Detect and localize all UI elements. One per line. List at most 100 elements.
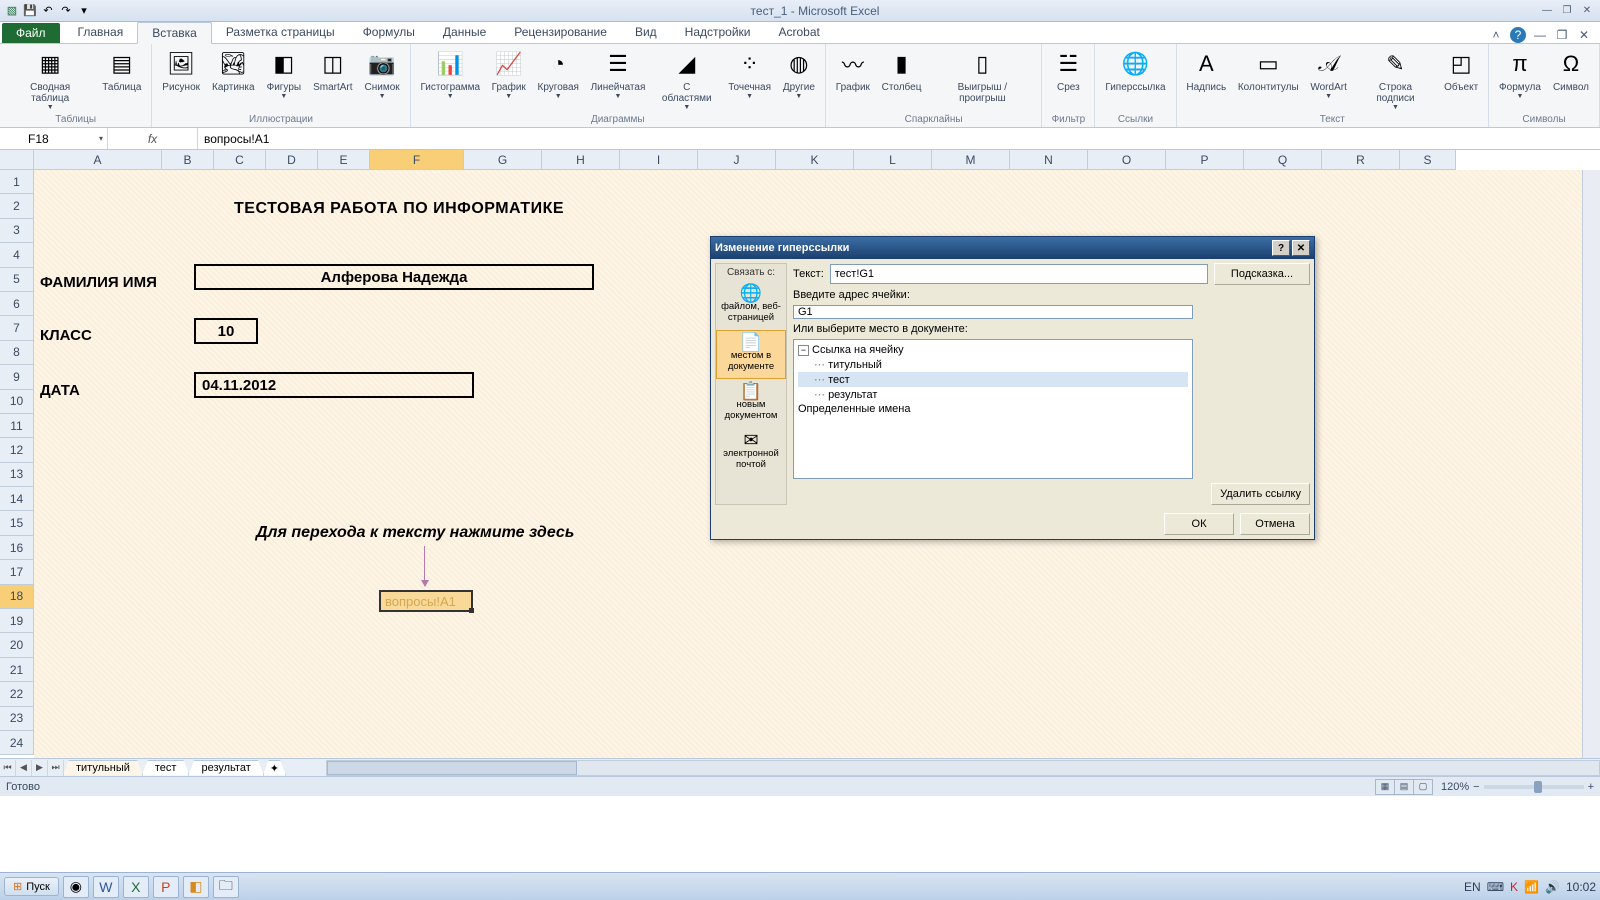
column-header[interactable]: I [620,150,698,170]
tree-node[interactable]: ⋯ титульный [798,357,1188,372]
ribbon-button[interactable]: 🖼Рисунок [158,46,204,95]
column-header[interactable]: L [854,150,932,170]
column-header[interactable]: A [34,150,162,170]
row-header[interactable]: 11 [0,414,34,438]
row-header[interactable]: 9 [0,365,34,389]
column-header[interactable]: F [370,150,464,170]
row-header[interactable]: 21 [0,658,34,682]
tray-clock[interactable]: 10:02 [1566,880,1596,894]
ribbon-button[interactable]: ☰Линейчатая▼ [587,46,649,102]
taskbar-word-icon[interactable]: W [93,876,119,898]
sheet-nav-prev-icon[interactable]: ◀ [16,760,32,776]
row-header[interactable]: 7 [0,316,34,340]
ribbon-button[interactable]: 📈График▼ [488,46,530,102]
minimize-icon[interactable]: — [1538,4,1556,18]
ribbon-button[interactable]: 📷Снимок▼ [361,46,404,102]
column-header[interactable]: N [1010,150,1088,170]
taskbar-app-icon[interactable]: ◧ [183,876,209,898]
dialog-side-item[interactable]: 🌐файлом, веб- страницей [716,281,786,330]
column-header[interactable]: O [1088,150,1166,170]
name-box[interactable]: F18 [0,128,108,149]
ribbon-tab[interactable]: Главная [64,22,138,43]
ribbon-button[interactable]: πФормула▼ [1495,46,1545,102]
text-input[interactable] [830,264,1208,284]
tree-node[interactable]: ⋯ тест [798,372,1188,387]
input-name[interactable]: Алферова Надежда [194,264,594,290]
sheet-nav-first-icon[interactable]: ⏮ [0,760,16,776]
ribbon-tab[interactable]: Формулы [349,22,429,43]
ribbon-button[interactable]: 𝒜WordArt▼ [1306,46,1350,102]
dialog-close-icon[interactable]: ✕ [1292,240,1310,256]
zoom-out-icon[interactable]: − [1473,781,1479,793]
tree-node[interactable]: −Ссылка на ячейку [798,343,1188,357]
ribbon-tab[interactable]: Acrobat [765,22,834,43]
dialog-help-icon[interactable]: ? [1272,240,1290,256]
vertical-scrollbar[interactable] [1582,170,1600,758]
ribbon-button[interactable]: 📊Гистограмма▼ [417,46,484,102]
fx-label[interactable]: fx [108,128,198,149]
restore-icon[interactable]: ❐ [1558,4,1576,18]
row-header[interactable]: 13 [0,463,34,487]
address-input[interactable] [793,305,1193,319]
start-button[interactable]: ⊞ Пуск [4,877,59,896]
view-normal-icon[interactable]: ▦ [1375,779,1395,795]
row-header[interactable]: 14 [0,487,34,511]
remove-link-button[interactable]: Удалить ссылку [1211,483,1310,505]
close-icon[interactable]: ✕ [1578,4,1596,18]
column-header[interactable]: P [1166,150,1244,170]
ribbon-button[interactable]: ▤Таблица [98,46,145,95]
tray-keyboard-icon[interactable]: ⌨ [1487,880,1504,894]
row-header[interactable]: 12 [0,438,34,462]
tree-node[interactable]: ⋯ результат [798,387,1188,402]
ribbon-tab[interactable]: Рецензирование [500,22,621,43]
tree-node[interactable]: Определенные имена [798,402,1188,416]
ribbon-tab[interactable]: Вид [621,22,671,43]
minimize-ribbon-icon[interactable]: ˄ [1488,27,1504,43]
cancel-button[interactable]: Отмена [1240,513,1310,535]
dialog-titlebar[interactable]: Изменение гиперссылки ? ✕ [711,237,1314,259]
ribbon-button[interactable]: 🌐Гиперссылка [1101,46,1169,95]
ribbon-tab[interactable]: Данные [429,22,500,43]
new-sheet-icon[interactable]: ✦ [263,760,286,776]
row-header[interactable]: 1 [0,170,34,194]
zoom-slider[interactable] [1484,785,1584,789]
row-header[interactable]: 10 [0,390,34,414]
row-header[interactable]: 18 [0,585,34,609]
zoom-in-icon[interactable]: + [1588,781,1594,793]
column-header[interactable]: J [698,150,776,170]
ribbon-button[interactable]: 〰График [832,46,874,95]
help-icon[interactable]: ? [1510,27,1526,43]
sheet-nav-last-icon[interactable]: ⏭ [48,760,64,776]
select-all-corner[interactable] [0,150,34,170]
ribbon-button[interactable]: ⁘Точечная▼ [724,46,774,102]
formula-input[interactable]: вопросы!A1 [198,128,1600,149]
undo-icon[interactable]: ↶ [40,3,56,19]
zoom-value[interactable]: 120% [1441,781,1469,793]
sheet-nav-next-icon[interactable]: ▶ [32,760,48,776]
ribbon-button[interactable]: 🏞Картинка [208,46,259,95]
view-layout-icon[interactable]: ▤ [1394,779,1414,795]
sheet-tab[interactable]: тест [142,760,190,776]
column-header[interactable]: E [318,150,370,170]
horizontal-scrollbar[interactable] [326,760,1600,776]
column-header[interactable]: K [776,150,854,170]
ribbon-button[interactable]: ▦Сводная таблица▼ [6,46,94,113]
doc-minimize-icon[interactable]: — [1532,27,1548,43]
row-header[interactable]: 2 [0,194,34,218]
taskbar-powerpoint-icon[interactable]: P [153,876,179,898]
ribbon-button[interactable]: ◔Круговая▼ [534,46,583,102]
taskbar-excel-icon[interactable]: X [123,876,149,898]
row-header[interactable]: 15 [0,511,34,535]
row-header[interactable]: 5 [0,268,34,292]
column-header[interactable]: B [162,150,214,170]
save-icon[interactable]: 💾 [22,3,38,19]
ribbon-button[interactable]: AНадпись [1183,46,1231,95]
column-header[interactable]: D [266,150,318,170]
column-header[interactable]: C [214,150,266,170]
sheet-tab[interactable]: титульный [63,760,143,776]
taskbar-chrome-icon[interactable]: ◉ [63,876,89,898]
row-header[interactable]: 17 [0,560,34,584]
taskbar-explorer-icon[interactable]: 🗀 [213,876,239,898]
column-header[interactable]: H [542,150,620,170]
view-pagebreak-icon[interactable]: ▢ [1413,779,1433,795]
